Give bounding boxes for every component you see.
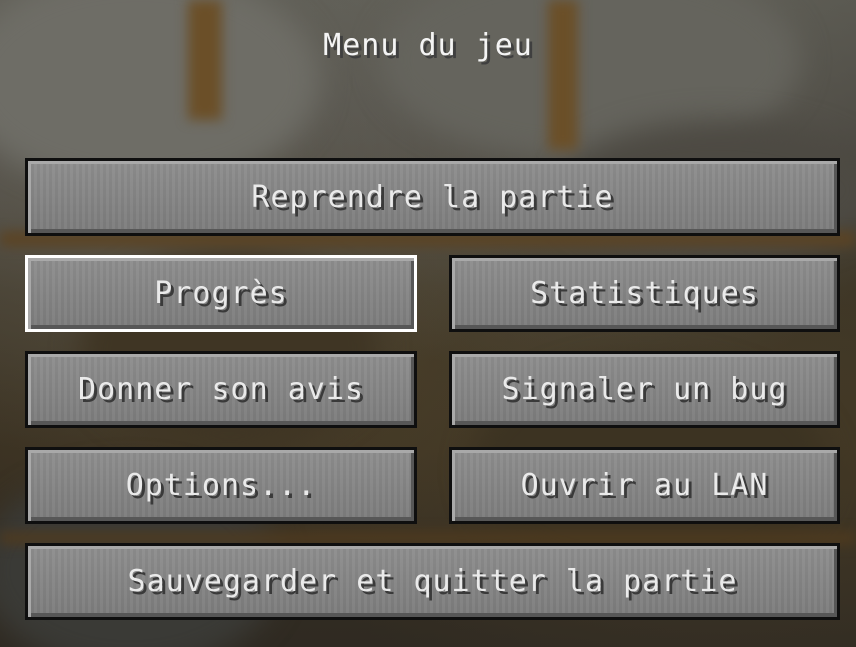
- menu-title: Menu du jeu: [323, 28, 533, 63]
- report-bug-label: Signaler un bug: [501, 372, 788, 407]
- resume-game-label: Reprendre la partie: [251, 179, 614, 215]
- advancements-button[interactable]: Progrès: [25, 255, 417, 332]
- statistics-button[interactable]: Statistiques: [449, 255, 840, 332]
- options-button[interactable]: Options...: [25, 447, 417, 524]
- options-label: Options...: [125, 468, 317, 503]
- save-and-quit-label: Sauvegarder et quitter la partie: [127, 564, 738, 599]
- statistics-label: Statistiques: [530, 276, 759, 311]
- give-feedback-label: Donner son avis: [78, 372, 364, 407]
- open-to-lan-label: Ouvrir au LAN: [520, 468, 769, 503]
- save-and-quit-button[interactable]: Sauvegarder et quitter la partie: [25, 543, 840, 620]
- open-to-lan-button[interactable]: Ouvrir au LAN: [449, 447, 840, 524]
- advancements-label: Progrès: [154, 276, 288, 311]
- resume-game-button[interactable]: Reprendre la partie: [25, 158, 840, 236]
- report-bug-button[interactable]: Signaler un bug: [449, 351, 840, 428]
- give-feedback-button[interactable]: Donner son avis: [25, 351, 417, 428]
